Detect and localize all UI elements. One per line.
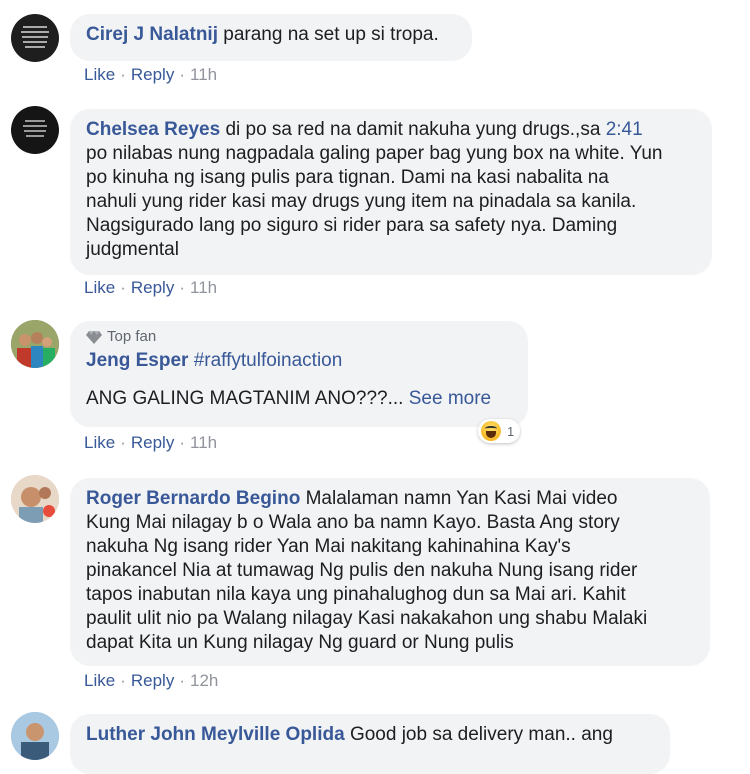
reaction-summary[interactable]: 1: [478, 419, 521, 443]
separator: ·: [120, 433, 126, 452]
text-image-avatar: [21, 26, 49, 48]
timestamp[interactable]: 11h: [190, 278, 217, 297]
separator: ·: [179, 65, 185, 84]
avatar[interactable]: [11, 320, 59, 368]
child-photo-avatar: [11, 475, 59, 523]
top-fan-badge: Top fan: [86, 328, 512, 346]
like-link[interactable]: Like: [84, 433, 115, 452]
commenter-name[interactable]: Luther John Meylville Oplida: [86, 724, 345, 745]
like-link[interactable]: Like: [84, 278, 115, 297]
comment-text-line: dapat Kita un Kung nilagay Ng guard or N…: [86, 632, 514, 653]
commenter-name[interactable]: Jeng Esper: [86, 350, 188, 371]
like-link[interactable]: Like: [84, 671, 115, 690]
see-more-link[interactable]: See more: [409, 388, 491, 409]
like-link[interactable]: Like: [84, 65, 115, 84]
family-photo-avatar: [11, 320, 59, 368]
comment-text-line: di po sa red na damit nakuha yung drugs.…: [225, 119, 606, 140]
timestamp[interactable]: 11h: [190, 65, 217, 84]
comment-text-line: tapos inabutan nila kaya ung pinahalugho…: [86, 584, 626, 605]
comment-text-line: judgmental: [86, 239, 179, 260]
text-image-avatar: [23, 120, 47, 137]
comment-text-line: nakuha Ng isang rider Yan Mai nakitang k…: [86, 536, 571, 557]
comment-text-line: paulit ulit nio pa Walang nilagay Kasi n…: [86, 608, 648, 629]
comment-bubble: Luther John Meylville Oplida Good job sa…: [70, 714, 670, 774]
commenter-name[interactable]: Chelsea Reyes: [86, 119, 220, 140]
timestamp[interactable]: 12h: [190, 671, 218, 690]
comment-text: Good job sa delivery man.. ang: [349, 724, 613, 745]
separator: ·: [120, 671, 126, 690]
reaction-count: 1: [507, 423, 515, 439]
top-fan-label: Top fan: [107, 328, 157, 345]
haha-emoji-icon: [481, 421, 501, 441]
avatar[interactable]: [11, 106, 59, 154]
comment-actions: Like · Reply · 11h: [84, 433, 217, 453]
timestamp[interactable]: 11h: [190, 433, 217, 452]
comment-text-line: po kinuha ng isang pulis para tignan. Da…: [86, 167, 609, 188]
comment-text-line: pinakancel Nia at tumawag Ng pulis den n…: [86, 560, 638, 581]
comment-actions: Like · Reply · 11h: [84, 65, 217, 85]
commenter-name[interactable]: Cirej J Nalatnij: [86, 24, 218, 45]
comment-bubble: Top fan Jeng Esper #raffytulfoinaction A…: [70, 321, 528, 427]
hashtag-link[interactable]: #raffytulfoinaction: [194, 350, 343, 371]
video-timestamp-link[interactable]: 2:41: [606, 119, 643, 140]
comment-actions: Like · Reply · 12h: [84, 671, 218, 691]
commenter-name[interactable]: Roger Bernardo Begino: [86, 488, 300, 509]
reply-link[interactable]: Reply: [131, 671, 174, 690]
comment-text: ANG GALING MAGTANIM ANO???...: [86, 388, 404, 409]
separator: ·: [120, 278, 126, 297]
comment-text-line: po nilabas nung nagpadala galing paper b…: [86, 143, 663, 164]
separator: ·: [179, 278, 185, 297]
avatar[interactable]: [11, 475, 59, 523]
comment-text-line: Nagsigurado lang po siguro si rider para…: [86, 215, 618, 236]
comment-text-line: Kung Mai nilagay b o Wala ano ba namn Ka…: [86, 512, 620, 533]
comment-bubble: Cirej J Nalatnij parang na set up si tro…: [70, 14, 472, 61]
reply-link[interactable]: Reply: [131, 278, 174, 297]
comment-bubble: Roger Bernardo Begino Malalaman namn Yan…: [70, 478, 710, 666]
reply-link[interactable]: Reply: [131, 433, 174, 452]
separator: ·: [179, 433, 185, 452]
diamond-icon: [86, 331, 102, 344]
separator: ·: [120, 65, 126, 84]
comment-bubble: Chelsea Reyes di po sa red na damit naku…: [70, 109, 712, 275]
reply-link[interactable]: Reply: [131, 65, 174, 84]
comment-text-line: Malalaman namn Yan Kasi Mai video: [305, 488, 618, 509]
separator: ·: [179, 671, 185, 690]
comment-actions: Like · Reply · 11h: [84, 278, 217, 298]
avatar[interactable]: [11, 14, 59, 62]
comment-text-line: nahuli yung rider kasi may drugs yung it…: [86, 191, 637, 212]
comment-text: parang na set up si tropa.: [223, 24, 439, 45]
